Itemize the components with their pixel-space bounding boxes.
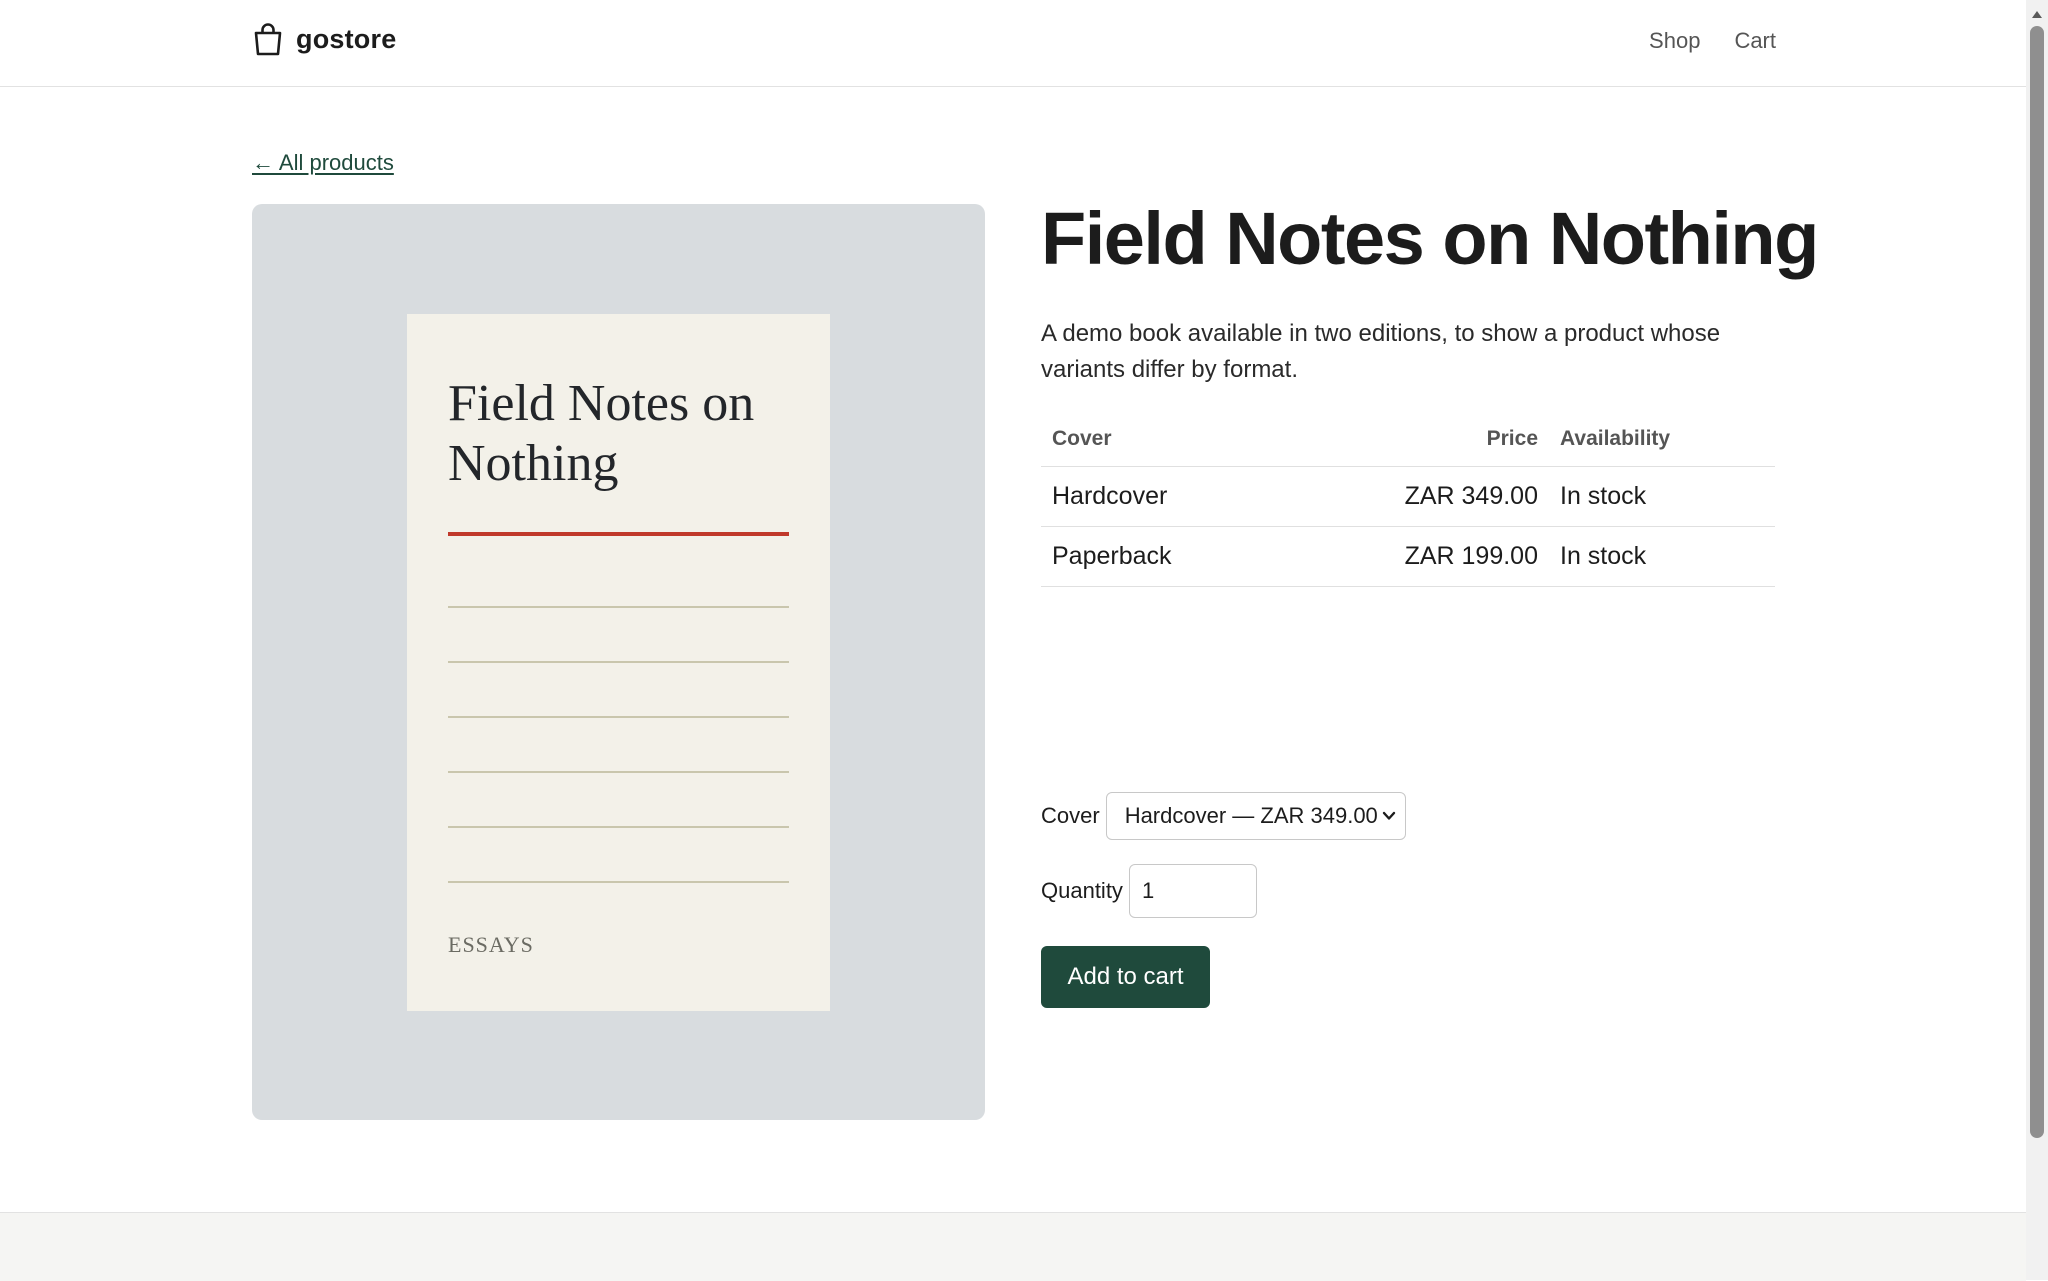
site-header: gostore Shop Cart xyxy=(0,0,2026,87)
brand-name[interactable]: gostore xyxy=(296,24,396,55)
cover-field: Cover Hardcover — ZAR 349.00 xyxy=(1041,792,1406,840)
product-description: A demo book available in two editions, t… xyxy=(1041,320,1721,383)
variant-price: ZAR 199.00 xyxy=(1263,526,1549,587)
cover-line xyxy=(448,881,789,883)
quantity-input[interactable] xyxy=(1128,864,1257,918)
scroll-up-arrow-icon[interactable] xyxy=(2031,6,2043,24)
back-to-products-link[interactable]: ← All products xyxy=(252,150,394,176)
cover-line xyxy=(448,826,789,828)
site-footer xyxy=(0,1212,2026,1281)
variant-price: ZAR 349.00 xyxy=(1263,466,1549,527)
variant-cover: Paperback xyxy=(1041,526,1263,587)
table-row: Paperback ZAR 199.00 In stock xyxy=(1041,526,1775,587)
cover-select-value[interactable]: Hardcover — ZAR 349.00 xyxy=(1125,803,1378,829)
variant-availability: In stock xyxy=(1549,526,1775,587)
quantity-label: Quantity xyxy=(1041,878,1123,903)
cover-line xyxy=(448,606,789,608)
book-cover-image: Field Notes on Nothing ESSAYS xyxy=(407,314,830,1011)
brand[interactable]: gostore xyxy=(252,22,396,56)
cover-select[interactable]: Hardcover — ZAR 349.00 xyxy=(1105,792,1406,840)
column-header-price: Price xyxy=(1263,412,1549,467)
product-title: Field Notes on Nothing xyxy=(1041,197,1819,280)
cover-select-label: Cover xyxy=(1041,803,1100,828)
add-to-cart-button[interactable]: Add to cart xyxy=(1041,946,1210,1008)
table-row: Hardcover ZAR 349.00 In stock xyxy=(1041,466,1775,527)
cover-title: Field Notes on Nothing xyxy=(448,375,755,492)
cover-line xyxy=(448,661,789,663)
scrollbar-thumb[interactable] xyxy=(2030,26,2044,1138)
column-header-cover: Cover xyxy=(1041,412,1263,467)
column-header-availability: Availability xyxy=(1549,412,1775,467)
nav-cart-link[interactable]: Cart xyxy=(1734,28,1776,54)
table-header-row: Cover Price Availability xyxy=(1041,412,1775,467)
shopping-bag-icon xyxy=(252,22,284,56)
variant-cover: Hardcover xyxy=(1041,466,1263,527)
product-image-panel: Field Notes on Nothing ESSAYS xyxy=(252,204,985,1120)
nav-shop-link[interactable]: Shop xyxy=(1649,28,1700,54)
cover-line xyxy=(448,716,789,718)
chevron-down-icon[interactable] xyxy=(1381,809,1397,828)
main-nav: Shop Cart xyxy=(1649,28,1776,54)
quantity-field: Quantity xyxy=(1041,864,1257,918)
variant-availability: In stock xyxy=(1549,466,1775,527)
variants-table: Cover Price Availability Hardcover ZAR 3… xyxy=(1041,412,1775,587)
cover-genre-tag: ESSAYS xyxy=(448,932,534,957)
cover-line xyxy=(448,771,789,773)
page-scrollbar[interactable] xyxy=(2026,0,2048,1280)
cover-accent-rule xyxy=(448,532,789,536)
